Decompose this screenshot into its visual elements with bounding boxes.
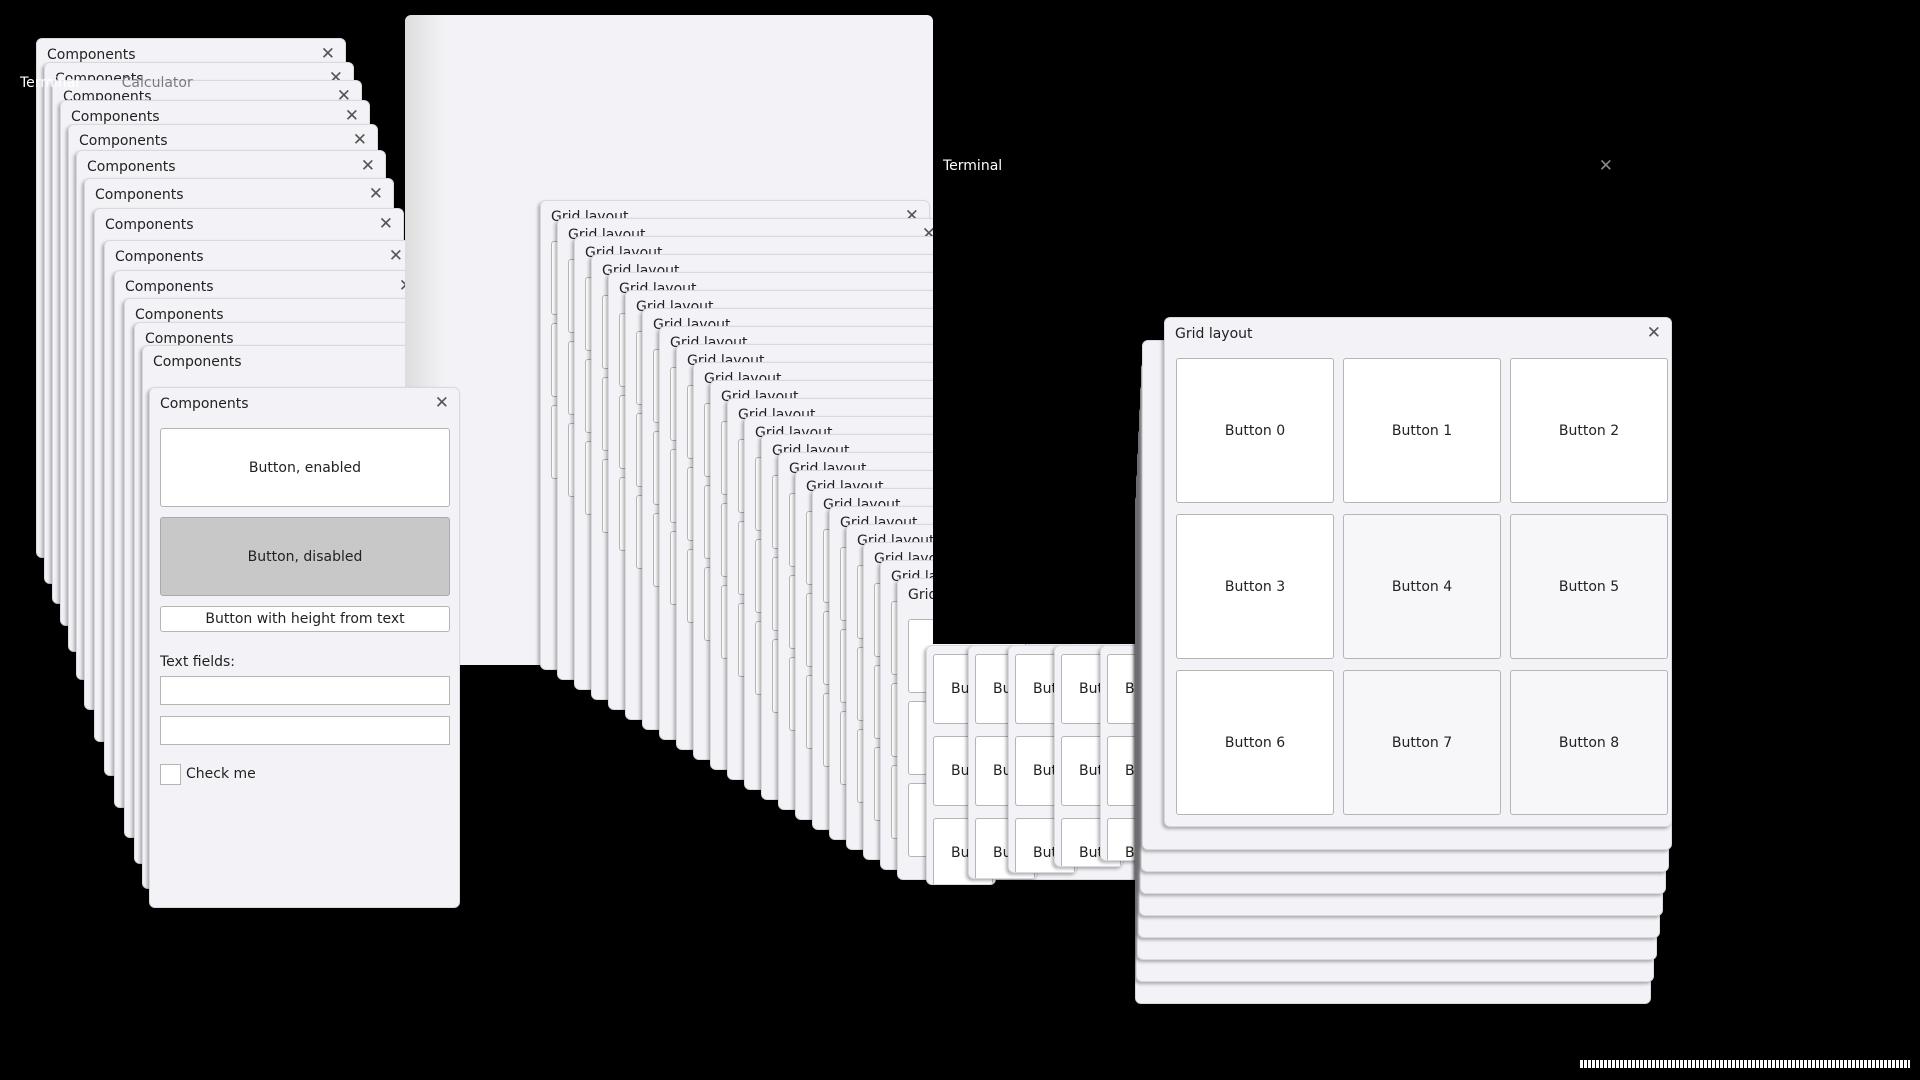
- taskbar-item-terminal[interactable]: Terminal: [20, 75, 79, 91]
- grid-layout-window: Grid layout ✕ Button 0 Button 1 Button 2 Bu…: [1164, 317, 1672, 827]
- window-title: Grid layout: [1175, 326, 1253, 342]
- window-title: Components: [125, 279, 214, 295]
- text-field-1[interactable]: [160, 676, 450, 705]
- terminal-close-icon[interactable]: ✕: [1599, 156, 1613, 176]
- close-icon[interactable]: ✕: [345, 106, 359, 126]
- window-title: Components: [160, 396, 249, 412]
- close-icon[interactable]: ✕: [321, 44, 335, 64]
- status-text-garbled: [1580, 1060, 1910, 1068]
- close-icon[interactable]: ✕: [353, 130, 367, 150]
- grid-button-1[interactable]: Button 1: [1343, 358, 1501, 503]
- close-icon[interactable]: ✕: [369, 184, 383, 204]
- window-title: Components: [71, 109, 160, 125]
- close-icon[interactable]: ✕: [389, 246, 403, 266]
- button-disabled: Button, disabled: [160, 517, 450, 596]
- window-title: Components: [153, 354, 242, 370]
- terminal-title: Terminal: [943, 158, 1003, 174]
- taskbar: Terminal Calculator: [20, 75, 231, 91]
- text-fields-label: Text fields:: [160, 654, 235, 670]
- grid-button-4[interactable]: Button 4: [1343, 514, 1501, 659]
- grid-button-6[interactable]: Button 6: [1176, 670, 1334, 815]
- grid-button-8[interactable]: Button 8: [1510, 670, 1668, 815]
- window-title: Components: [87, 159, 176, 175]
- window-title: Components: [135, 307, 224, 323]
- taskbar-item-calculator[interactable]: Calculator: [122, 75, 193, 91]
- grid-button-7[interactable]: Button 7: [1343, 670, 1501, 815]
- grid-button-5[interactable]: Button 5: [1510, 514, 1668, 659]
- components-window: Components ✕ Button, enabled Button, dis…: [149, 387, 460, 908]
- button-enabled[interactable]: Button, enabled: [160, 428, 450, 507]
- grid-button-3[interactable]: Button 3: [1176, 514, 1334, 659]
- text-field-2[interactable]: [160, 716, 450, 745]
- checkbox-label: Check me: [186, 766, 256, 782]
- close-icon[interactable]: ✕: [1647, 323, 1661, 343]
- button-height-from-text[interactable]: Button with height from text: [160, 606, 450, 632]
- close-icon[interactable]: ✕: [361, 156, 375, 176]
- grid-button-2[interactable]: Button 2: [1510, 358, 1668, 503]
- window-title: Components: [105, 217, 194, 233]
- close-icon[interactable]: ✕: [379, 214, 393, 234]
- window-title: Components: [95, 187, 184, 203]
- window-title: Components: [47, 47, 136, 63]
- grid-button-0[interactable]: Button 0: [1176, 358, 1334, 503]
- close-icon[interactable]: ✕: [435, 393, 449, 413]
- window-title: Components: [79, 133, 168, 149]
- checkbox[interactable]: [160, 764, 181, 785]
- window-title: Components: [115, 249, 204, 265]
